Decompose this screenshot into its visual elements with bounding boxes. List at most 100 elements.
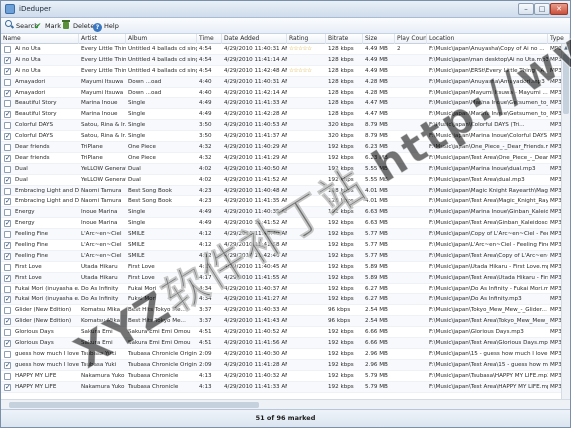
row-checkbox[interactable] [4,219,11,228]
column-header-play-count[interactable]: Play Count [395,34,427,44]
row-checkbox[interactable] [4,122,11,130]
horizontal-scrollbar[interactable] [1,399,570,409]
column-header-album[interactable]: Album [126,34,197,44]
row-checkbox[interactable] [4,78,11,86]
table-row[interactable]: DualYeLLOW GenerationDual4:024/29/2010 1… [1,175,561,186]
vertical-scroll-thumb[interactable] [563,54,569,114]
table-row[interactable]: Glorious Days Sakura Emi Sakura Emi Emi Om… [1,338,561,349]
column-header-name[interactable]: Name [1,34,79,44]
column-header-size[interactable]: Size [363,34,395,44]
table-row[interactable]: Dear friends TriPlane One Piece 4:32 4/29/20… [1,153,561,164]
table-row[interactable]: Beautiful Story Marina Inoue Single 4:49 4/2… [1,98,561,110]
cell-rating [287,196,326,206]
row-checkbox[interactable] [4,209,11,217]
table-row[interactable]: Colorful DAYS Satou, Rina & Ir...Single 3:… [1,120,561,132]
table-row[interactable]: First Love Utada Hikaru First Love 4:17 4/29… [1,272,561,284]
table-row[interactable]: Ai no Uta Every Little ThingUntitled 4 ba… [1,54,561,66]
column-header-location[interactable]: Location [427,34,548,44]
table-row[interactable]: Fukai Mori (inuyasha e...Do As Infinity F… [1,294,561,306]
table-row[interactable]: DualYeLLOW GenerationDual4:024/29/2010 1… [1,163,561,175]
row-checkbox[interactable] [4,100,11,108]
cell-album: SMILE [128,252,145,259]
table-row[interactable]: First Love Utada Hikaru First Love 4:17 4/29… [1,262,561,273]
mark-button[interactable]: ✔ Mark [34,20,61,32]
table-row[interactable]: HAPPY MY LIFE Nakamura YukoTsubasa Chroni… [1,371,561,382]
row-checkbox[interactable] [4,329,11,337]
row-checkbox[interactable] [4,132,11,141]
table-row[interactable]: Glider (New Edition) Komatsu Mika Best Hit… [1,316,561,328]
row-checkbox[interactable] [4,165,11,173]
maximize-button[interactable]: □ [534,3,550,15]
column-header-time[interactable]: Time [197,34,222,44]
table-row[interactable]: Amayadori Mayumi Itsuwa Down ...oad 4:40 4/2… [1,88,561,99]
cell-play-count [395,360,427,370]
column-header-type[interactable]: Type [548,34,570,44]
cell-name: Amayadori [15,89,46,96]
horizontal-scroll-thumb[interactable] [9,402,259,408]
row-checkbox[interactable] [4,89,11,97]
cell-artist: Inoue Marina [81,209,118,216]
cell-play-count [395,88,427,98]
table-row[interactable]: Beautiful Story Marina Inoue Single 4:49 4/2… [1,109,561,121]
column-header-rating[interactable]: Rating [287,34,326,44]
column-header-bitrate[interactable]: Bitrate [326,34,363,44]
row-checkbox[interactable] [4,372,11,380]
row-checkbox[interactable] [4,144,11,152]
table-row[interactable]: Embracing Light and D...Naomi Tamura Best… [1,185,561,197]
row-checkbox[interactable] [4,295,11,304]
table-row[interactable]: Glorious Days Sakura Emi Sakura Emi Emi Om… [1,327,561,339]
row-checkbox[interactable] [4,46,11,53]
table-row[interactable]: Embracing Light and D...Naomi Tamura Best… [1,196,561,208]
table-row[interactable]: guess how much I love...Tsubasa Yuki Tsub… [1,359,561,371]
table-row[interactable]: Feeling Fine L'Arc~en~Ciel SMILE 4:12 4/29/2… [1,240,561,251]
column-header-artist[interactable]: Artist [79,34,126,44]
scroll-up-icon[interactable]: ▲ [563,44,569,52]
table-row[interactable]: Dear friends TriPlane One Piece 4:32 4/29/20… [1,142,561,153]
table-row[interactable]: Energy Inoue Marina Single 4:49 4/29/2010 11… [1,207,561,219]
table-row[interactable]: Ai no Uta Every Little ThingUntitled 4 ba… [1,44,561,55]
table-row[interactable]: Glider (New Edition) Komatsu Mika Best Hit… [1,305,561,317]
table-row[interactable]: Feeling Fine L'Arc~en~Ciel SMILE 4:12 4/29/2… [1,229,561,241]
row-checkbox[interactable] [4,361,11,369]
row-checkbox[interactable] [4,263,11,271]
row-checkbox[interactable] [4,110,11,119]
row-checkbox[interactable] [4,350,11,358]
cell-time: 4:51 [199,340,212,347]
row-checkbox[interactable] [4,307,11,315]
table-row[interactable]: Energy Inoue Marina Single 4:49 4/29/2010 11… [1,218,561,230]
cell-name: Dear friends [15,154,50,161]
row-checkbox[interactable] [4,56,11,64]
row-checkbox[interactable] [4,285,11,293]
minimize-button[interactable]: – [518,3,534,15]
table-row[interactable]: Amayadori Mayumi Itsuwa Down ...oad 4:40 4/2… [1,76,561,88]
cell-album: Single [128,209,146,216]
cell-time: 2:09 [199,361,212,368]
row-checkbox[interactable] [4,241,11,250]
vertical-scrollbar[interactable]: ▲ ▼ [561,44,570,409]
row-checkbox[interactable] [4,154,11,162]
table-row[interactable]: Feeling Fine L'Arc~en~Ciel SMILE 4:12 4/29/2… [1,250,561,262]
row-checkbox[interactable] [4,197,11,206]
row-checkbox[interactable] [4,274,11,282]
table-row[interactable]: Ai no Uta Every Little ThingUntitled 4 ba… [1,66,561,77]
table-row[interactable]: HAPPY MY LIFE Nakamura YukoTsubasa Chroni… [1,381,561,393]
delete-button[interactable]: Delete [62,20,94,32]
cell-size: 4.01 MB [365,187,388,194]
row-checkbox[interactable] [4,176,11,184]
cell-play-count [395,131,427,141]
help-button[interactable]: ? Help [93,20,119,32]
close-button[interactable]: ✕ [550,3,568,15]
cell-play-count [395,229,427,239]
table-row[interactable]: Colorful DAYS Satou, Rina & Ir...Single 3:… [1,131,561,143]
title-bar[interactable]: iDeduper – □ ✕ [1,1,570,18]
table-row[interactable]: guess how much I love...Tsubasa Yuki Tsub… [1,349,561,360]
table-row[interactable]: Fukai Mori (inuyasha e...Do As Infinity F… [1,284,561,295]
row-checkbox[interactable] [4,317,11,326]
row-checkbox[interactable] [4,252,11,260]
column-header-date-added[interactable]: Date Added [222,34,287,44]
row-checkbox[interactable] [4,383,11,391]
row-checkbox[interactable] [4,231,11,239]
row-checkbox[interactable] [4,339,11,348]
row-checkbox[interactable] [4,187,11,195]
row-checkbox[interactable] [4,67,11,75]
